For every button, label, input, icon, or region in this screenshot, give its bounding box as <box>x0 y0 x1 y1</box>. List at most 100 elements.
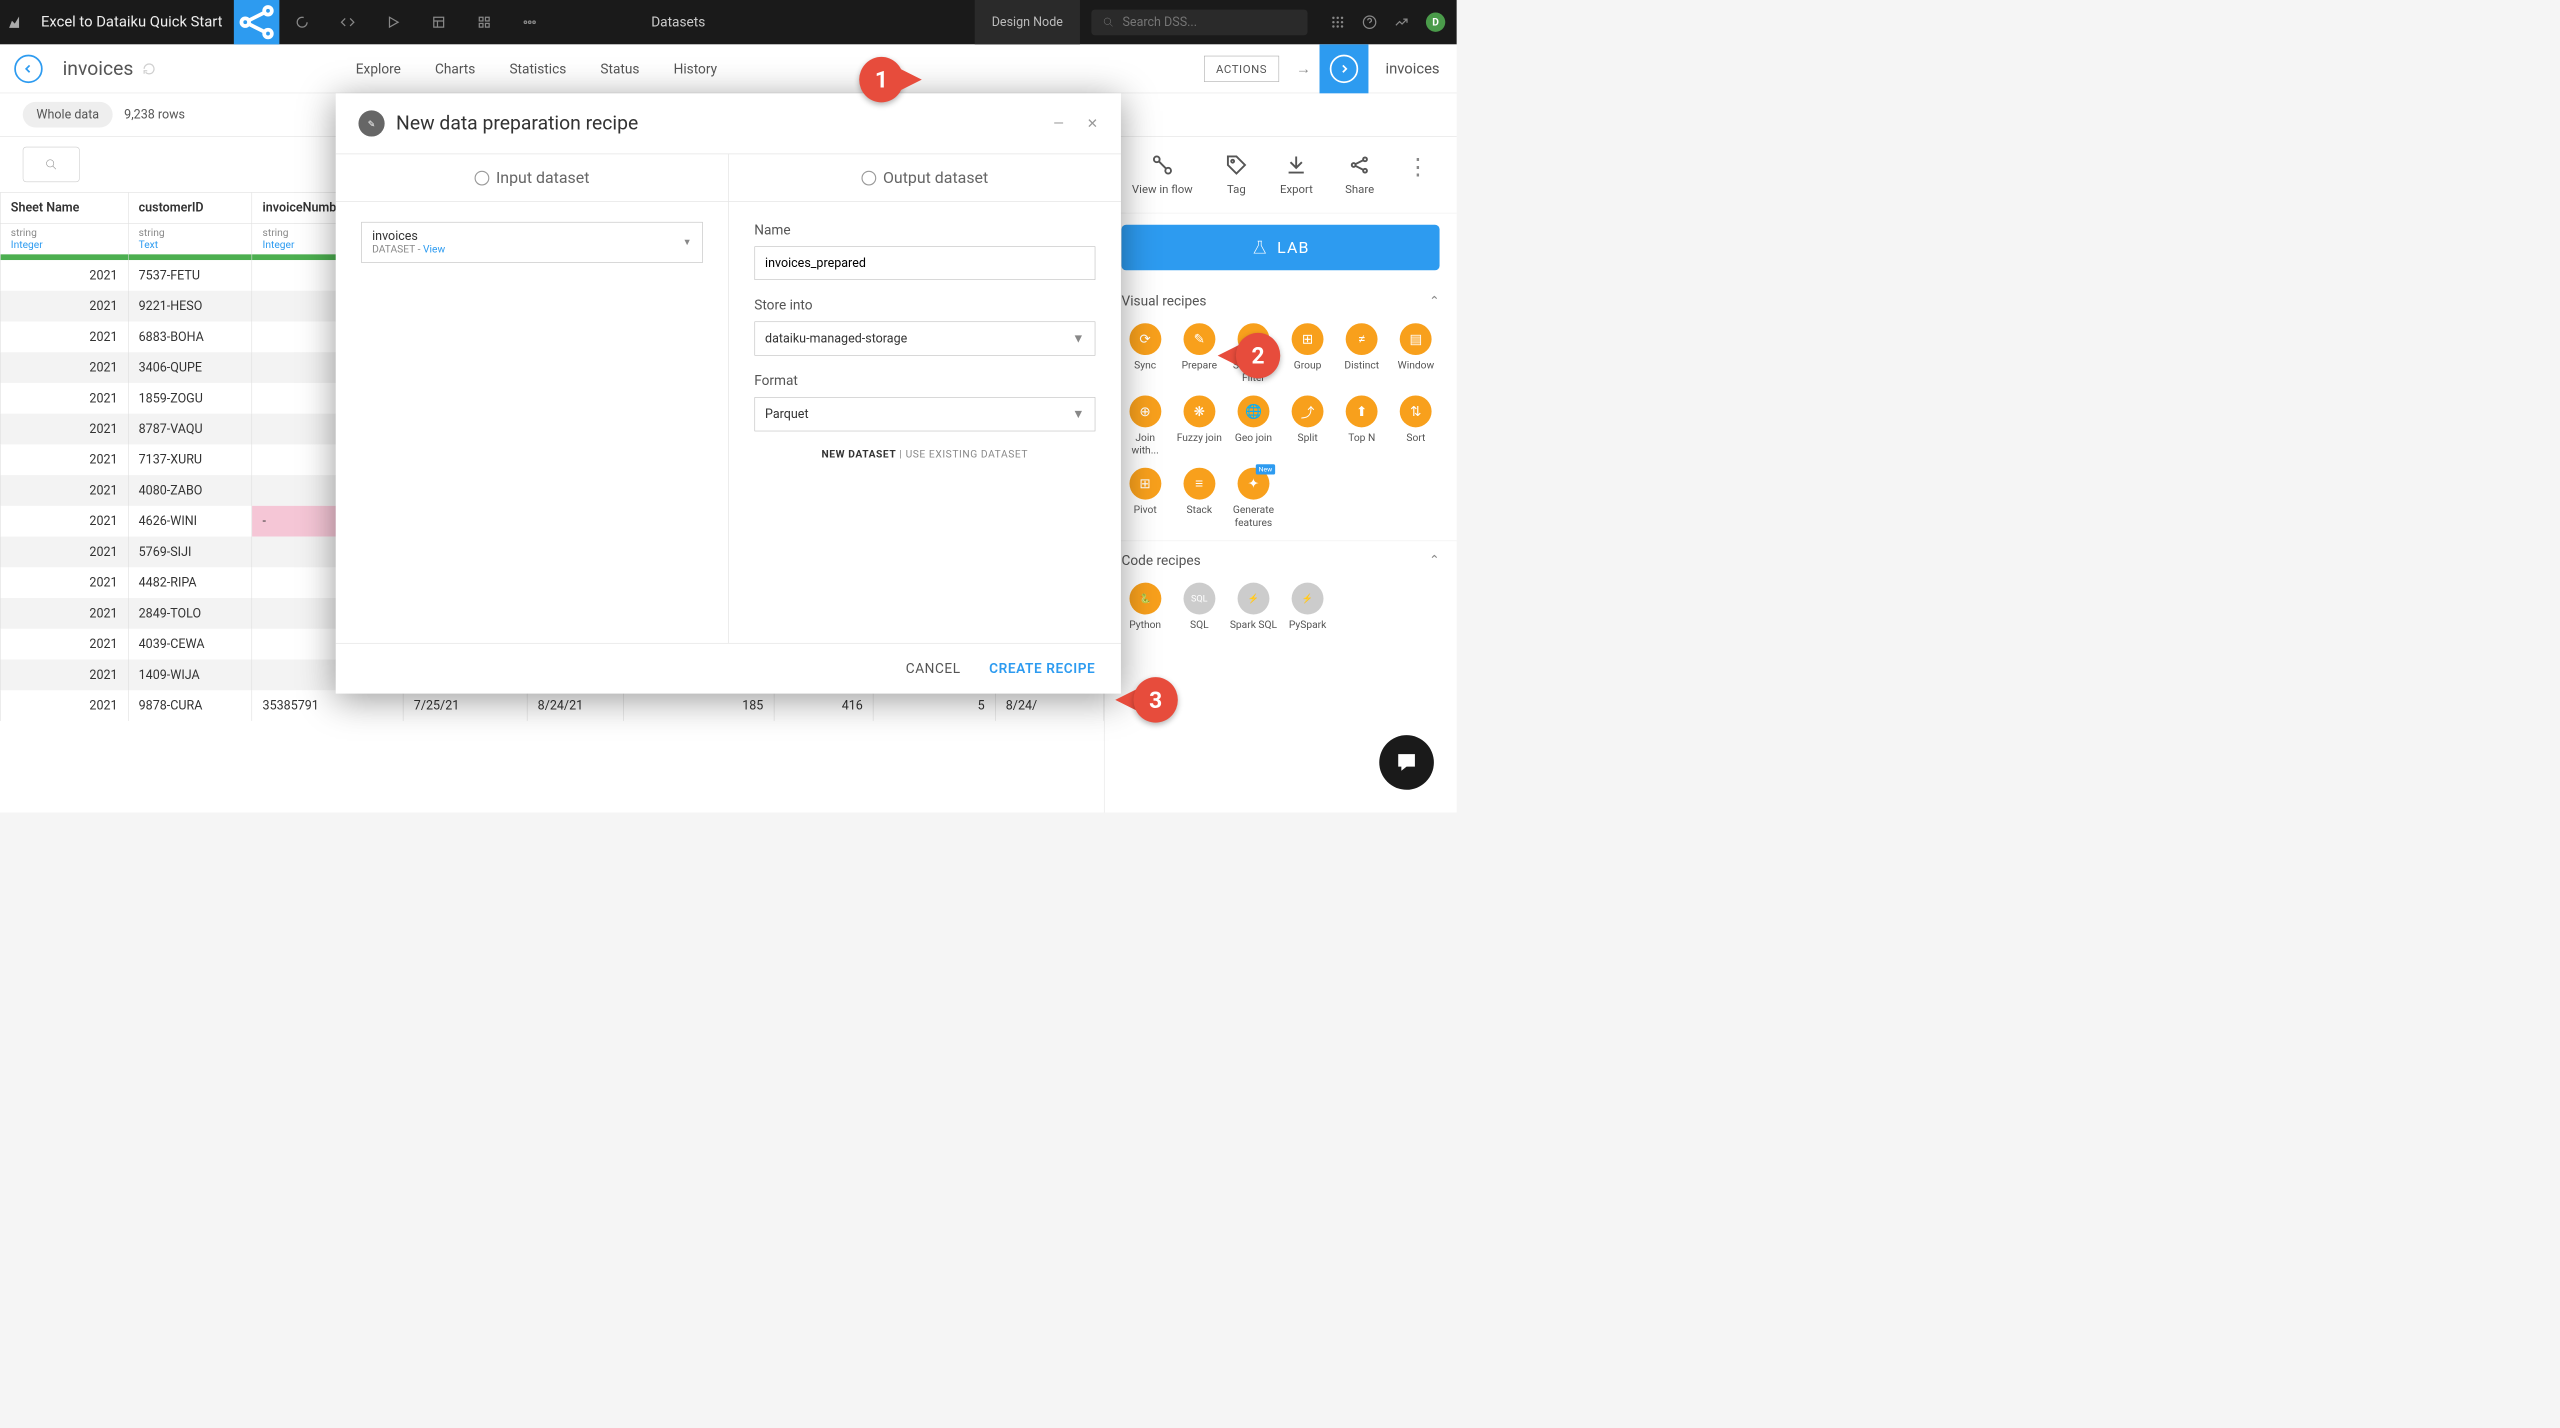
recipe-prepare[interactable]: ✎Prepare <box>1176 323 1223 384</box>
recipe-distinct[interactable]: ≠Distinct <box>1338 323 1385 384</box>
column-type: stringInteger <box>0 223 128 254</box>
callout-1: 1 <box>859 51 922 108</box>
recipe-join-with-[interactable]: ⊕Join with... <box>1121 396 1168 457</box>
share-button[interactable] <box>234 0 280 44</box>
avatar[interactable]: D <box>1426 13 1445 32</box>
next-dataset-name: invoices <box>1368 60 1456 77</box>
modal-title: New data preparation recipe <box>396 112 1031 135</box>
global-search[interactable] <box>1091 9 1307 35</box>
recipe-group[interactable]: ⊞Group <box>1284 323 1331 384</box>
input-dataset-select[interactable]: invoices DATASET - View ▼ <box>361 222 702 263</box>
arrow-right-icon[interactable]: → <box>1296 60 1311 78</box>
cancel-button[interactable]: CANCEL <box>906 661 961 677</box>
create-recipe-button[interactable]: CREATE RECIPE <box>989 661 1095 677</box>
design-node-label[interactable]: Design Node <box>975 0 1080 44</box>
tag-label: Tag <box>1227 182 1246 196</box>
column-search[interactable] <box>23 147 80 182</box>
output-dataset-header: Output dataset <box>883 168 988 187</box>
caret-down-icon: ▼ <box>683 237 692 248</box>
view-in-flow-button[interactable]: View in flow <box>1132 154 1193 196</box>
view-in-flow-label: View in flow <box>1132 182 1193 196</box>
view-dataset-link[interactable]: View <box>423 244 445 256</box>
whole-data-chip[interactable]: Whole data <box>23 102 113 128</box>
tab-statistics[interactable]: Statistics <box>509 45 566 93</box>
format-select[interactable]: Parquet▼ <box>754 397 1095 431</box>
new-recipe-modal: ✎ New data preparation recipe — ✕ Input … <box>336 93 1121 693</box>
dataset-mode-toggle[interactable]: NEW DATASET | USE EXISTING DATASET <box>754 448 1095 460</box>
name-label: Name <box>754 222 1095 238</box>
table-row[interactable]: 2021 9878-CURA 35385791 7/25/21 8/24/21 … <box>0 690 1103 721</box>
input-circle-icon <box>474 170 489 185</box>
close-icon[interactable]: ✕ <box>1087 116 1098 132</box>
tab-status[interactable]: Status <box>600 45 639 93</box>
flow-next-icon[interactable] <box>1319 44 1368 93</box>
recipe-top-n[interactable]: ⬆Top N <box>1338 396 1385 457</box>
tab-charts[interactable]: Charts <box>435 45 475 93</box>
navbar: invoices Explore Charts Statistics Statu… <box>0 44 1457 93</box>
rotate-icon[interactable] <box>279 15 325 30</box>
more-actions-icon[interactable]: ⋮ <box>1406 154 1429 196</box>
code-recipes-header[interactable]: Code recipes⌃ <box>1121 552 1439 568</box>
apps-icon[interactable] <box>1330 15 1345 30</box>
output-circle-icon <box>861 170 876 185</box>
share-label: Share <box>1345 182 1374 196</box>
store-label: Store into <box>754 297 1095 313</box>
recipe-sql[interactable]: SQLSQL <box>1176 582 1223 631</box>
output-name-input[interactable] <box>754 246 1095 280</box>
dataiku-logo[interactable] <box>0 14 30 31</box>
lab-button[interactable]: LAB <box>1121 225 1439 271</box>
search-input[interactable] <box>1122 15 1296 29</box>
flask-icon <box>1251 239 1268 256</box>
recipe-geo-join[interactable]: 🌐Geo join <box>1230 396 1277 457</box>
lab-label: LAB <box>1277 238 1309 257</box>
recipe-python[interactable]: 🐍Python <box>1121 582 1168 631</box>
project-name[interactable]: Excel to Dataiku Quick Start <box>30 14 234 31</box>
recipe-sync[interactable]: ⟳Sync <box>1121 323 1168 384</box>
input-dataset-header: Input dataset <box>496 168 589 187</box>
recipe-spark-sql[interactable]: ⚡Spark SQL <box>1230 582 1277 631</box>
recipe-split[interactable]: ⤴Split <box>1284 396 1331 457</box>
chevron-up-icon: ⌃ <box>1429 294 1439 308</box>
recipe-icon: ✎ <box>358 110 384 136</box>
tab-explore[interactable]: Explore <box>356 45 401 93</box>
recipe-generate-features[interactable]: ✦NewGenerate features <box>1230 468 1277 529</box>
column-type: stringText <box>128 223 252 254</box>
trend-icon[interactable] <box>1394 15 1409 30</box>
recipe-sort[interactable]: ⇅Sort <box>1392 396 1439 457</box>
recipe-pyspark[interactable]: ⚡PySpark <box>1284 582 1331 631</box>
tab-history[interactable]: History <box>674 45 717 93</box>
actions-button[interactable]: ACTIONS <box>1204 55 1279 81</box>
export-label: Export <box>1280 182 1313 196</box>
topbar: Excel to Dataiku Quick Start Datasets De… <box>0 0 1457 44</box>
callout-3: 3 <box>1115 671 1178 728</box>
dataset-tabs: Explore Charts Statistics Status History <box>356 45 717 93</box>
dataset-name: invoices <box>57 57 133 80</box>
recipe-stack[interactable]: ≡Stack <box>1176 468 1223 529</box>
callout-2: 2 <box>1218 327 1281 384</box>
recipe-pivot[interactable]: ⊞Pivot <box>1121 468 1168 529</box>
share-button[interactable]: Share <box>1345 154 1374 196</box>
tag-button[interactable]: Tag <box>1225 154 1248 196</box>
store-into-select[interactable]: dataiku-managed-storage▼ <box>754 321 1095 355</box>
minimize-icon[interactable]: — <box>1053 116 1064 132</box>
chevron-up-icon: ⌃ <box>1429 553 1439 567</box>
export-button[interactable]: Export <box>1280 154 1313 196</box>
input-dataset-value: invoices <box>372 229 445 243</box>
topbar-right-icons: D <box>1319 13 1457 32</box>
refresh-icon[interactable] <box>142 61 157 76</box>
code-icon[interactable] <box>325 15 371 30</box>
visual-recipes-header[interactable]: Visual recipes⌃ <box>1121 293 1439 309</box>
format-label: Format <box>754 373 1095 389</box>
search-icon <box>45 158 58 171</box>
caret-down-icon: ▼ <box>1072 331 1084 346</box>
caret-down-icon: ▼ <box>1072 407 1084 422</box>
row-count: 9,238 rows <box>124 108 185 122</box>
search-icon <box>1103 16 1114 29</box>
column-header[interactable]: customerID <box>128 193 252 224</box>
flow-back-icon[interactable] <box>0 54 57 82</box>
recipe-window[interactable]: ▤Window <box>1392 323 1439 384</box>
column-header[interactable]: Sheet Name <box>0 193 128 224</box>
recipe-fuzzy-join[interactable]: ❋Fuzzy join <box>1176 396 1223 457</box>
chat-fab[interactable] <box>1379 735 1434 790</box>
help-icon[interactable] <box>1362 15 1377 30</box>
